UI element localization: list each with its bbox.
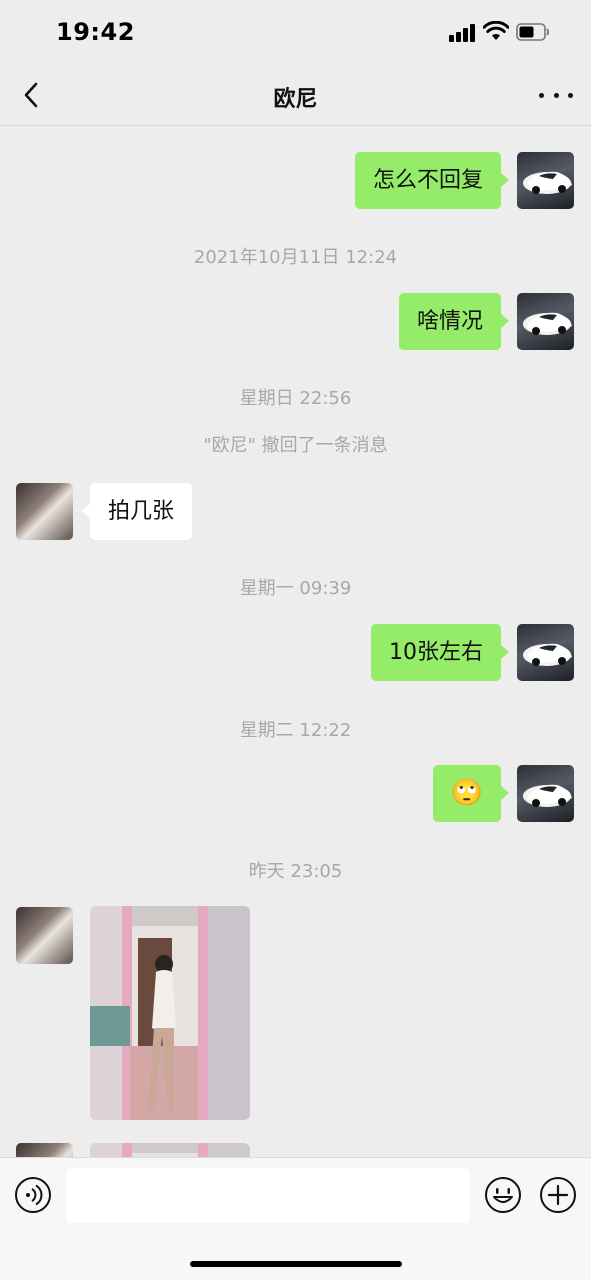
car-avatar-image: [523, 784, 572, 807]
nav-bar: 欧尼: [0, 64, 591, 126]
chat-message-list[interactable]: 怎么不回复 2021年10月11日 12:24 啥情况 星期日 22:56 "欧…: [0, 127, 591, 1157]
my-avatar[interactable]: [517, 293, 574, 350]
photo-thumbnail: [90, 906, 250, 1120]
more-dot-icon: [568, 92, 573, 98]
message-bubble-sent[interactable]: 🙄: [432, 765, 510, 822]
message-bubble-sent[interactable]: 啥情况: [398, 293, 510, 350]
status-time: 19:42: [56, 18, 135, 46]
cellular-signal-icon: [449, 24, 475, 42]
message-bubble-sent[interactable]: 10张左右: [371, 624, 509, 681]
eye-roll-emoji: 🙄: [450, 778, 483, 808]
timestamp: 昨天 23:05: [248, 861, 343, 882]
my-avatar[interactable]: [517, 624, 574, 681]
car-avatar-image: [523, 643, 572, 666]
photo-thumbnail: [90, 1143, 250, 1157]
car-avatar-image: [523, 171, 572, 194]
car-avatar-image: [523, 312, 572, 335]
message-bubble-received[interactable]: 拍几张: [81, 483, 193, 540]
timestamp: 星期日 22:56: [239, 388, 352, 409]
contact-avatar[interactable]: [16, 483, 73, 540]
more-dot-icon: [553, 92, 559, 98]
message-input[interactable]: [66, 1168, 470, 1223]
my-avatar[interactable]: [517, 765, 574, 822]
image-message[interactable]: [90, 1143, 250, 1157]
wifi-icon: [483, 21, 509, 40]
more-functions-icon[interactable]: [539, 1176, 577, 1214]
status-bar: 19:42: [0, 0, 591, 64]
timestamp: 星期一 09:39: [239, 578, 352, 599]
my-avatar[interactable]: [517, 152, 574, 209]
contact-avatar[interactable]: [16, 907, 73, 964]
battery-icon: [516, 23, 550, 41]
voice-input-icon[interactable]: [14, 1176, 52, 1214]
emoji-picker-icon[interactable]: [484, 1176, 522, 1214]
recall-notice: "欧尼" 撤回了一条消息: [203, 435, 388, 456]
timestamp: 星期二 12:22: [239, 720, 352, 741]
home-indicator: [190, 1261, 402, 1267]
timestamp: 2021年10月11日 12:24: [193, 247, 398, 268]
image-message[interactable]: [90, 906, 250, 1120]
chat-title: 欧尼: [273, 87, 318, 112]
contact-avatar[interactable]: [16, 1143, 73, 1157]
more-options-button[interactable]: [539, 82, 573, 108]
more-dot-icon: [539, 92, 544, 98]
message-bubble-sent[interactable]: 怎么不回复: [354, 152, 510, 209]
